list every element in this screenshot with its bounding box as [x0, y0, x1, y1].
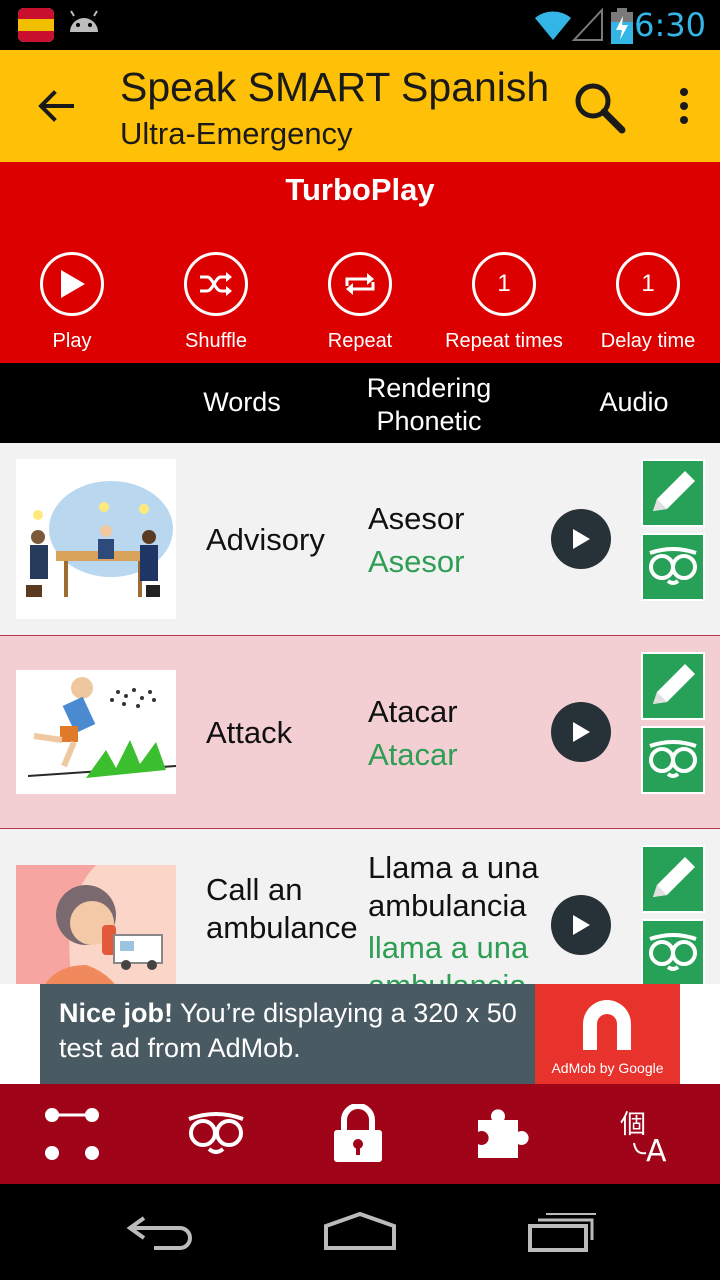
audio-play-button[interactable]	[551, 509, 611, 569]
wifi-icon	[535, 11, 571, 40]
row-phonetic: Atacar	[368, 737, 458, 772]
home-nav-icon[interactable]	[322, 1210, 398, 1252]
ad-headline: Nice job!	[59, 998, 174, 1028]
play-label: Play	[52, 330, 92, 352]
owl-icon	[649, 933, 697, 971]
row-word: Call an ambulance	[206, 872, 358, 945]
puzzle-icon	[478, 1109, 529, 1158]
pencil-icon	[653, 471, 695, 511]
signal-icon	[572, 8, 603, 41]
dots-grid-icon	[45, 1108, 99, 1160]
android-icon	[70, 10, 98, 32]
dots-grid-button[interactable]	[40, 1104, 104, 1164]
repeat-times-label: Repeat times	[445, 330, 563, 352]
search-icon[interactable]	[572, 80, 626, 134]
repeat-times-value[interactable]: 1	[472, 252, 536, 316]
audio-play-button[interactable]	[551, 702, 611, 762]
svg-text:個: 個	[620, 1110, 646, 1140]
system-nav-bar	[0, 1184, 720, 1280]
row-rendering: Llama a una ambulancia	[368, 850, 539, 923]
list-item[interactable]: Attack Atacar Atacar	[0, 636, 720, 829]
admob-icon	[583, 1000, 631, 1050]
delay-time-control[interactable]: 1 Delay time	[576, 252, 720, 353]
lock-button[interactable]	[326, 1104, 390, 1164]
list-item[interactable]: Call an ambulance Llama a una ambulancia…	[0, 829, 720, 984]
ad-banner[interactable]: Nice job! You’re displaying a 320 x 50 t…	[0, 984, 720, 1084]
audio-play-button[interactable]	[551, 895, 611, 955]
screen: 6:30 Speak SMART Spanish Ultra-Emergency…	[0, 0, 720, 1280]
ad-text: Nice job! You’re displaying a 320 x 50 t…	[59, 996, 529, 1066]
shuffle-control[interactable]: Shuffle	[144, 252, 288, 353]
column-rendering: Rendering	[366, 373, 492, 403]
edit-button[interactable]	[641, 459, 705, 527]
owl-button[interactable]	[184, 1104, 248, 1164]
app-subtitle: Ultra-Emergency	[120, 116, 353, 151]
translate-button[interactable]: 個 A	[614, 1104, 678, 1164]
lock-icon	[334, 1104, 382, 1162]
column-headers: Words Rendering Phonetic Audio	[0, 363, 720, 443]
puzzle-button[interactable]	[470, 1104, 534, 1164]
play-icon[interactable]	[40, 252, 104, 316]
owl-icon	[649, 547, 697, 585]
play-icon	[573, 915, 590, 935]
turboplay-panel: TurboPlay Play Shuffle Repeat 1 Repeat t…	[0, 162, 720, 363]
column-audio: Audio	[599, 387, 669, 417]
pencil-icon	[653, 664, 695, 704]
edit-button[interactable]	[641, 845, 705, 913]
owl-button[interactable]	[641, 726, 705, 794]
delay-time-label: Delay time	[600, 330, 696, 352]
battery-charging-icon	[611, 8, 633, 44]
svg-text:A: A	[646, 1134, 667, 1163]
phrase-list: Advisory Asesor Asesor Attack Atacar Ata…	[0, 443, 720, 984]
back-nav-icon[interactable]	[124, 1210, 196, 1250]
play-control[interactable]: Play	[0, 252, 144, 353]
row-rendering: Atacar	[368, 694, 458, 729]
recents-nav-icon[interactable]	[526, 1210, 598, 1252]
business-meeting-image	[16, 459, 176, 619]
woman-on-phone-ambulance-image	[16, 865, 176, 984]
repeat-times-control[interactable]: 1 Repeat times	[432, 252, 576, 353]
turboplay-heading: TurboPlay	[285, 172, 435, 207]
play-icon	[573, 529, 590, 549]
status-bar: 6:30	[0, 0, 720, 50]
admob-logo: AdMob by Google	[535, 984, 680, 1084]
owl-icon	[188, 1112, 244, 1154]
translate-icon: 個 A	[620, 1110, 667, 1163]
column-phonetic: Phonetic	[376, 406, 482, 436]
app-title: Speak SMART Spanish	[120, 64, 550, 110]
shuffle-label: Shuffle	[185, 330, 247, 352]
ad-brand: AdMob by Google	[551, 1060, 664, 1076]
row-word: Attack	[206, 715, 293, 750]
app-notification-icon	[18, 8, 54, 42]
column-words: Words	[203, 387, 281, 417]
row-word: Advisory	[206, 522, 325, 557]
delay-time-value[interactable]: 1	[616, 252, 680, 316]
owl-icon	[649, 740, 697, 778]
row-phonetic: Asesor	[368, 544, 465, 579]
list-item[interactable]: Advisory Asesor Asesor	[0, 443, 720, 636]
pencil-icon	[653, 857, 695, 897]
status-time: 6:30	[634, 6, 706, 44]
owl-button[interactable]	[641, 533, 705, 601]
app-bar: Speak SMART Spanish Ultra-Emergency	[0, 50, 720, 162]
overflow-menu-icon[interactable]	[668, 86, 700, 126]
play-icon	[573, 722, 590, 742]
row-rendering: Asesor	[368, 501, 465, 536]
owl-button[interactable]	[641, 919, 705, 984]
repeat-control[interactable]: Repeat	[288, 252, 432, 353]
edit-button[interactable]	[641, 652, 705, 720]
bottom-toolbar: 個 A	[0, 1084, 720, 1184]
back-arrow-icon[interactable]	[34, 84, 78, 128]
repeat-icon[interactable]	[328, 252, 392, 316]
man-running-from-bees-image	[16, 670, 176, 794]
repeat-label: Repeat	[327, 330, 393, 352]
row-phonetic: llama a una ambulancia	[368, 930, 529, 984]
ad-box[interactable]: Nice job! You’re displaying a 320 x 50 t…	[40, 984, 680, 1084]
shuffle-icon[interactable]	[184, 252, 248, 316]
